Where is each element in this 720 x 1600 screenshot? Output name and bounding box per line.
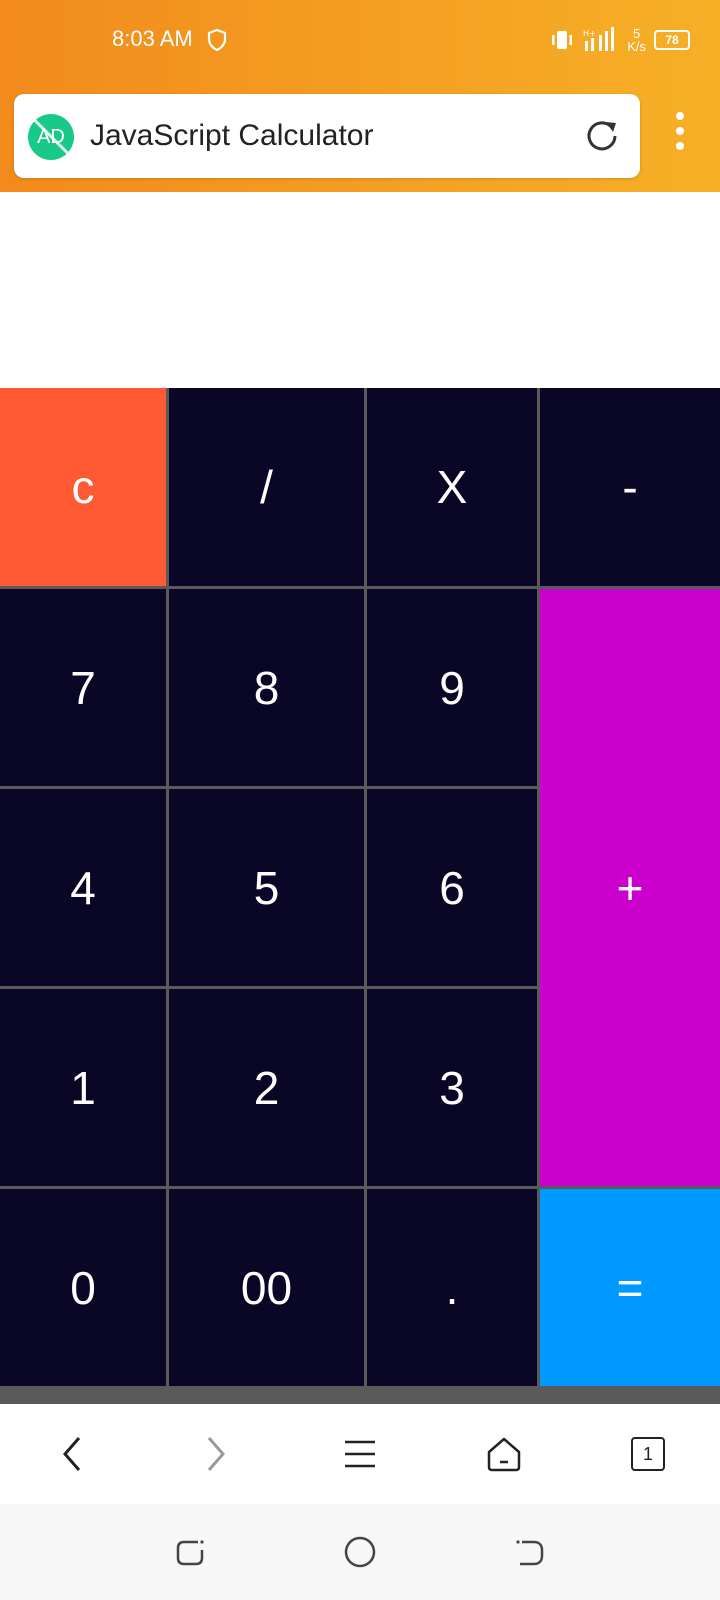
shield-icon (207, 28, 227, 52)
signal-icon: H+ (583, 27, 615, 51)
chevron-right-icon (207, 1437, 225, 1471)
divide-button[interactable]: / (169, 388, 367, 586)
tabs-button[interactable]: 1 (618, 1424, 678, 1484)
three-button[interactable]: 3 (367, 986, 540, 1186)
clear-button[interactable]: c (0, 388, 169, 586)
calculator-keypad: c / X - 7 8 9 + 4 5 6 1 2 3 0 00 . = (0, 388, 720, 1404)
hamburger-menu-icon (345, 1440, 375, 1468)
system-icons: H+ 5 K/s 78 (549, 22, 690, 58)
home-icon (487, 1437, 521, 1472)
system-navigation-bar (0, 1504, 720, 1600)
page-title: JavaScript Calculator (90, 119, 374, 152)
chevron-left-icon (63, 1437, 81, 1471)
seven-button[interactable]: 7 (0, 586, 169, 786)
home-system-button[interactable] (330, 1522, 390, 1582)
decimal-button[interactable]: . (367, 1186, 540, 1386)
back-arrow-icon (516, 1540, 544, 1566)
four-button[interactable]: 4 (0, 786, 169, 986)
vibrate-icon (552, 31, 573, 49)
battery-icon: 78 (654, 30, 690, 50)
svg-text:H+: H+ (583, 29, 596, 38)
reload-icon[interactable] (582, 116, 622, 156)
calculator-display (0, 192, 720, 388)
eight-button[interactable]: 8 (169, 586, 367, 786)
equals-button[interactable]: = (540, 1186, 720, 1386)
ad-block-icon[interactable]: AD (28, 114, 74, 160)
battery-level: 78 (665, 33, 679, 47)
status-time: 8:03 AM (112, 26, 193, 51)
double-zero-button[interactable]: 00 (169, 1186, 367, 1386)
six-button[interactable]: 6 (367, 786, 540, 986)
home-button[interactable] (474, 1424, 534, 1484)
five-button[interactable]: 5 (169, 786, 367, 986)
circle-home-icon (344, 1536, 376, 1568)
menu-button[interactable] (330, 1424, 390, 1484)
minus-button[interactable]: - (540, 388, 720, 586)
nine-button[interactable]: 9 (367, 586, 540, 786)
multiply-button[interactable]: X (367, 388, 540, 586)
plus-button[interactable]: + (540, 586, 720, 1186)
overflow-menu-icon[interactable] (668, 112, 692, 156)
browser-toolbar: 1 (0, 1404, 720, 1504)
url-bar[interactable]: AD JavaScript Calculator (14, 94, 640, 178)
tabs-count: 1 (631, 1437, 665, 1471)
browser-header: 8:03 AM H+ 5 K/s 78 JavaScript Calculato… (0, 0, 720, 192)
status-bar: 8:03 AM H+ 5 K/s 78 (0, 0, 720, 80)
recent-apps-icon (176, 1540, 204, 1566)
two-button[interactable]: 2 (169, 986, 367, 1186)
one-button[interactable]: 1 (0, 986, 169, 1186)
forward-button[interactable] (186, 1424, 246, 1484)
network-speed: 5 K/s (627, 26, 646, 54)
back-system-button[interactable] (500, 1522, 560, 1582)
recent-apps-button[interactable] (160, 1522, 220, 1582)
zero-button[interactable]: 0 (0, 1186, 169, 1386)
back-button[interactable] (42, 1424, 102, 1484)
